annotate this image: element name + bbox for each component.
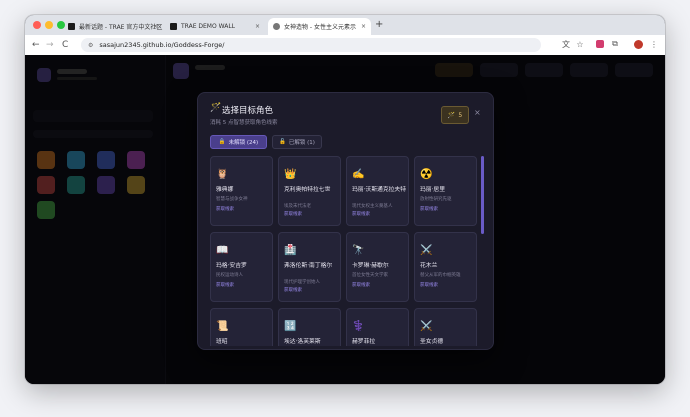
extension-icon[interactable] — [595, 39, 605, 49]
url-text: sasajun2345.github.io/Goddess-Forge/ — [99, 41, 225, 49]
character-card[interactable]: 🦉 雅典娜 智慧与战争女神 获取线索 — [210, 156, 273, 226]
bookmark-star-icon[interactable]: ☆ — [575, 39, 585, 49]
character-card[interactable]: ⚔️ 花木兰 替父从军的巾帼英雄 获取线索 — [414, 232, 477, 302]
trae-favicon-icon — [68, 23, 75, 30]
tab-label: 已解锁 (1) — [288, 140, 315, 146]
dialog-subtitle: 消耗 5 点智慧获取角色线索 — [210, 120, 278, 126]
character-name: 克利奥帕特拉七世 — [284, 187, 331, 193]
browser-menu-icon[interactable]: ⋮ — [649, 39, 659, 49]
character-card[interactable]: 👑 克利奥帕特拉七世 埃及末代法老 获取线索 — [278, 156, 341, 226]
cost-value: 5 — [458, 111, 463, 119]
character-desc: 现代女权主义奠基人 — [352, 204, 393, 209]
character-card[interactable]: 🏥 弗洛伦斯·南丁格尔 现代护理学创始人 获取线索 — [278, 232, 341, 302]
crossed-swords-icon: ⚔️ — [420, 245, 433, 256]
tab-unlocked[interactable]: 🔓 已解锁 (1) — [272, 135, 322, 149]
select-target-dialog: 🪄 选择目标角色 消耗 5 点智慧获取角色线索 🪄 5 × 🔒 未解锁 (24)… — [197, 92, 494, 350]
address-bar[interactable]: ⚙ sasajun2345.github.io/Goddess-Forge/ — [81, 38, 541, 52]
page-content: 🪄 选择目标角色 消耗 5 点智慧获取角色线索 🪄 5 × 🔒 未解锁 (24)… — [25, 55, 665, 384]
crown-icon: 👑 — [284, 169, 297, 180]
medical-staff-icon: ⚕️ — [352, 321, 365, 332]
minimize-window-button[interactable] — [45, 21, 53, 29]
get-clue-link[interactable]: 获取线索 — [352, 212, 370, 217]
get-clue-link[interactable]: 获取线索 — [420, 283, 438, 288]
close-dialog-button[interactable]: × — [474, 108, 481, 117]
reload-button[interactable]: C — [62, 39, 68, 51]
character-card[interactable]: ☢️ 玛丽·居里 放射性研究先驱 获取线索 — [414, 156, 477, 226]
translate-icon[interactable]: 文 — [561, 39, 571, 49]
get-clue-link[interactable]: 获取线索 — [420, 207, 438, 212]
character-card[interactable]: ⚔️ 圣女贞德 — [414, 308, 477, 346]
numbers-icon: 🔢 — [284, 321, 297, 332]
close-tab-icon[interactable]: × — [361, 23, 366, 30]
tab-title: TRAE DEMO WALL — [181, 23, 236, 30]
browser-tab-1[interactable]: 最新话题 - TRAE 官方中文社区 × — [63, 18, 163, 35]
close-tab-icon[interactable]: × — [153, 23, 158, 30]
site-info-icon[interactable]: ⚙ — [88, 42, 93, 49]
tab-title: 最新话题 - TRAE 官方中文社区 — [79, 24, 163, 31]
get-clue-link[interactable]: 获取线索 — [284, 288, 302, 293]
browser-window: 最新话题 - TRAE 官方中文社区 × TRAE DEMO WALL × 女神… — [25, 15, 665, 384]
character-desc: 替父从军的巾帼英雄 — [420, 273, 461, 278]
character-card[interactable]: ⚕️ 赫罗菲拉 — [346, 308, 409, 346]
magic-wand-icon: 🪄 — [210, 103, 222, 113]
character-name: 弗洛伦斯·南丁格尔 — [284, 263, 333, 269]
globe-favicon-icon — [273, 23, 280, 30]
character-grid: 🦉 雅典娜 智慧与战争女神 获取线索 👑 克利奥帕特拉七世 埃及末代法老 获取线… — [210, 156, 480, 346]
book-icon: 📖 — [216, 245, 229, 256]
hospital-icon: 🏥 — [284, 245, 297, 256]
character-desc: 放射性研究先驱 — [420, 197, 452, 202]
lock-icon: 🔒 — [218, 139, 226, 145]
get-clue-link[interactable]: 获取线索 — [216, 283, 234, 288]
crossed-swords-icon: ⚔️ — [420, 321, 433, 332]
character-name: 花木兰 — [420, 263, 438, 269]
owl-icon: 🦉 — [216, 169, 229, 180]
back-button[interactable]: ← — [32, 39, 40, 51]
tab-strip: 最新话题 - TRAE 官方中文社区 × TRAE DEMO WALL × 女神… — [25, 15, 665, 35]
unlock-icon: 🔓 — [279, 139, 286, 145]
character-card[interactable]: 🔢 埃达·洛芙莱斯 — [278, 308, 341, 346]
writing-hand-icon: ✍️ — [352, 169, 365, 180]
character-name: 玛格·安吉罗 — [216, 263, 247, 269]
radioactive-icon: ☢️ — [420, 169, 433, 180]
grid-scrollbar[interactable] — [481, 156, 484, 234]
browser-tab-2[interactable]: TRAE DEMO WALL × — [165, 18, 265, 35]
magic-wand-icon: 🪄 — [447, 111, 456, 119]
browser-toolbar: ← → C ⚙ sasajun2345.github.io/Goddess-Fo… — [25, 35, 665, 56]
profile-avatar-icon[interactable] — [633, 39, 643, 49]
close-tab-icon[interactable]: × — [255, 23, 260, 30]
character-name: 卡罗琳·赫歇尔 — [352, 263, 389, 269]
get-clue-link[interactable]: 获取线索 — [216, 207, 234, 212]
tab-label: 未解锁 (24) — [228, 140, 259, 146]
character-name: 班昭 — [216, 339, 228, 345]
forward-button[interactable]: → — [46, 39, 54, 51]
browser-tab-3[interactable]: 女神造物 - 女性主义元素示 × — [268, 18, 371, 35]
character-name: 玛丽·沃斯通克拉夫特 — [352, 187, 407, 193]
new-tab-button[interactable]: + — [375, 19, 383, 30]
character-name: 雅典娜 — [216, 187, 234, 193]
character-desc: 民权运动诗人 — [216, 273, 243, 278]
tab-locked[interactable]: 🔒 未解锁 (24) — [210, 135, 267, 149]
character-card[interactable]: 📜 班昭 — [210, 308, 273, 346]
telescope-icon: 🔭 — [352, 245, 365, 256]
wisdom-cost-badge: 🪄 5 — [441, 106, 469, 124]
character-name: 玛丽·居里 — [420, 187, 446, 193]
extensions-puzzle-icon[interactable]: ⧉ — [610, 39, 620, 49]
character-card[interactable]: 📖 玛格·安吉罗 民权运动诗人 获取线索 — [210, 232, 273, 302]
get-clue-link[interactable]: 获取线索 — [284, 212, 302, 217]
character-desc: 智慧与战争女神 — [216, 197, 248, 202]
scroll-icon: 📜 — [216, 321, 229, 332]
character-desc: 现代护理学创始人 — [284, 280, 320, 285]
tab-title: 女神造物 - 女性主义元素示 — [284, 24, 356, 31]
character-desc: 埃及末代法老 — [284, 204, 311, 209]
character-desc: 首位女性天文学家 — [352, 273, 388, 278]
character-name: 埃达·洛芙莱斯 — [284, 339, 321, 345]
character-card[interactable]: ✍️ 玛丽·沃斯通克拉夫特 现代女权主义奠基人 获取线索 — [346, 156, 409, 226]
get-clue-link[interactable]: 获取线索 — [352, 283, 370, 288]
dialog-title: 选择目标角色 — [222, 106, 274, 116]
character-name: 赫罗菲拉 — [352, 339, 376, 345]
character-name: 圣女贞德 — [420, 339, 444, 345]
close-window-button[interactable] — [33, 21, 41, 29]
character-card[interactable]: 🔭 卡罗琳·赫歇尔 首位女性天文学家 获取线索 — [346, 232, 409, 302]
trae-favicon-icon — [170, 23, 177, 30]
